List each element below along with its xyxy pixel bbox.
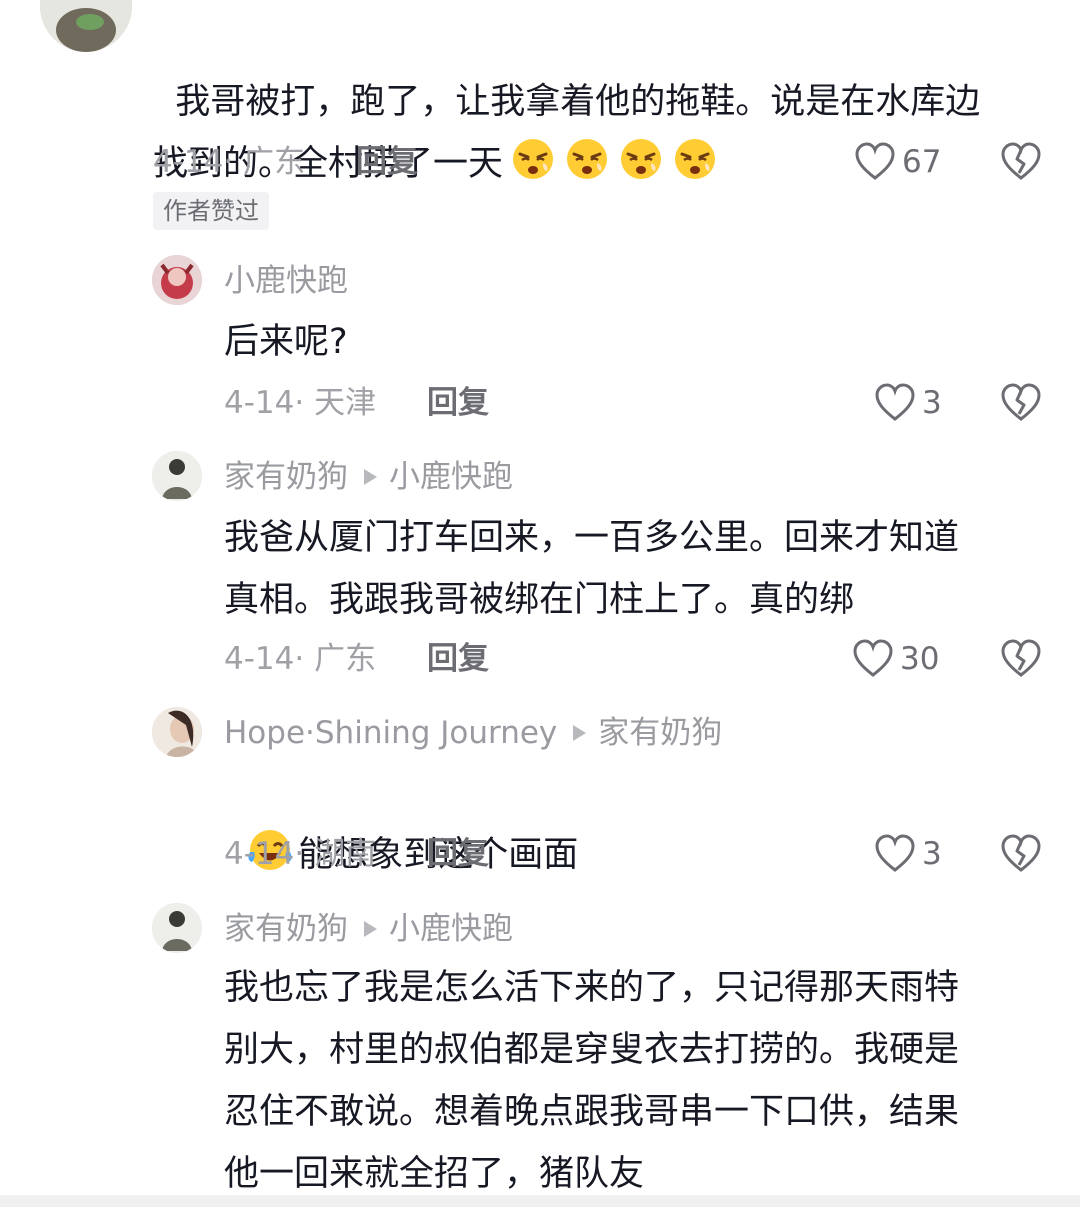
like-button[interactable]: 30	[852, 639, 939, 679]
comment-meta: 4-14· 广东	[153, 144, 306, 180]
reply-to-author[interactable]: 小鹿快跑	[389, 459, 513, 495]
author-liked-badge: 作者赞过	[153, 192, 269, 230]
weary-face-icon	[621, 139, 662, 179]
comment-meta: 4-14· 天津	[224, 385, 377, 421]
like-button[interactable]: 3	[874, 383, 942, 423]
reply-arrow-icon	[364, 468, 377, 485]
comment-text: 后来呢?	[224, 322, 348, 362]
avatar[interactable]	[40, 0, 132, 52]
weary-face-icon	[675, 139, 716, 179]
reply-button[interactable]: 回复	[427, 639, 489, 679]
like-button[interactable]: 3	[874, 834, 942, 874]
dislike-button[interactable]	[1000, 142, 1042, 182]
reply-button[interactable]: 回复	[356, 142, 418, 182]
heart-icon	[855, 142, 895, 180]
avatar[interactable]	[152, 707, 202, 757]
reply-button[interactable]: 回复	[427, 383, 489, 423]
like-count: 3	[922, 385, 942, 421]
reply-to-author[interactable]: 家有奶狗	[598, 715, 722, 751]
comment-text: 我爸从厦门打车回来，一百多公里。回来才知道 真相。我跟我哥被绑在门柱上了。真的绑	[224, 518, 960, 620]
comment-meta: 4-14· 湖南	[224, 836, 377, 872]
comment-text: 我也忘了我是怎么活下来的了，只记得那天雨特 别大，村里的叔伯都是穿叟衣去打捞的。…	[224, 968, 960, 1194]
dislike-button[interactable]	[1000, 383, 1042, 423]
like-count: 67	[902, 144, 942, 180]
like-button[interactable]: 67	[854, 142, 941, 182]
avatar[interactable]	[152, 903, 202, 953]
reply-button[interactable]: 回复	[427, 834, 489, 874]
like-count: 3	[922, 836, 942, 872]
divider	[0, 1195, 1080, 1207]
broken-heart-icon	[1001, 639, 1041, 677]
weary-face-icon	[503, 139, 719, 184]
reply-arrow-icon	[573, 724, 587, 741]
broken-heart-icon	[1001, 834, 1041, 872]
broken-heart-icon	[1001, 142, 1041, 180]
like-count: 30	[900, 641, 940, 677]
reply-arrow-icon	[364, 920, 377, 937]
dislike-button[interactable]	[1000, 639, 1042, 679]
weary-face-icon	[567, 139, 608, 179]
comment-author[interactable]: Hope·Shining Journey 家有奶狗	[224, 713, 722, 753]
avatar[interactable]	[152, 451, 202, 501]
comment-author[interactable]: 家有奶狗 小鹿快跑	[224, 457, 513, 497]
avatar[interactable]	[152, 255, 202, 305]
heart-icon	[875, 834, 915, 872]
comment-meta: 4-14· 广东	[224, 641, 377, 677]
heart-icon	[853, 639, 893, 677]
reply-to-author[interactable]: 小鹿快跑	[389, 911, 513, 947]
dislike-button[interactable]	[1000, 834, 1042, 874]
weary-face-icon	[513, 139, 554, 179]
comment-author[interactable]: 家有奶狗 小鹿快跑	[224, 909, 513, 949]
heart-icon	[875, 383, 915, 421]
broken-heart-icon	[1001, 383, 1041, 421]
comment-author[interactable]: 小鹿快跑	[224, 261, 348, 301]
